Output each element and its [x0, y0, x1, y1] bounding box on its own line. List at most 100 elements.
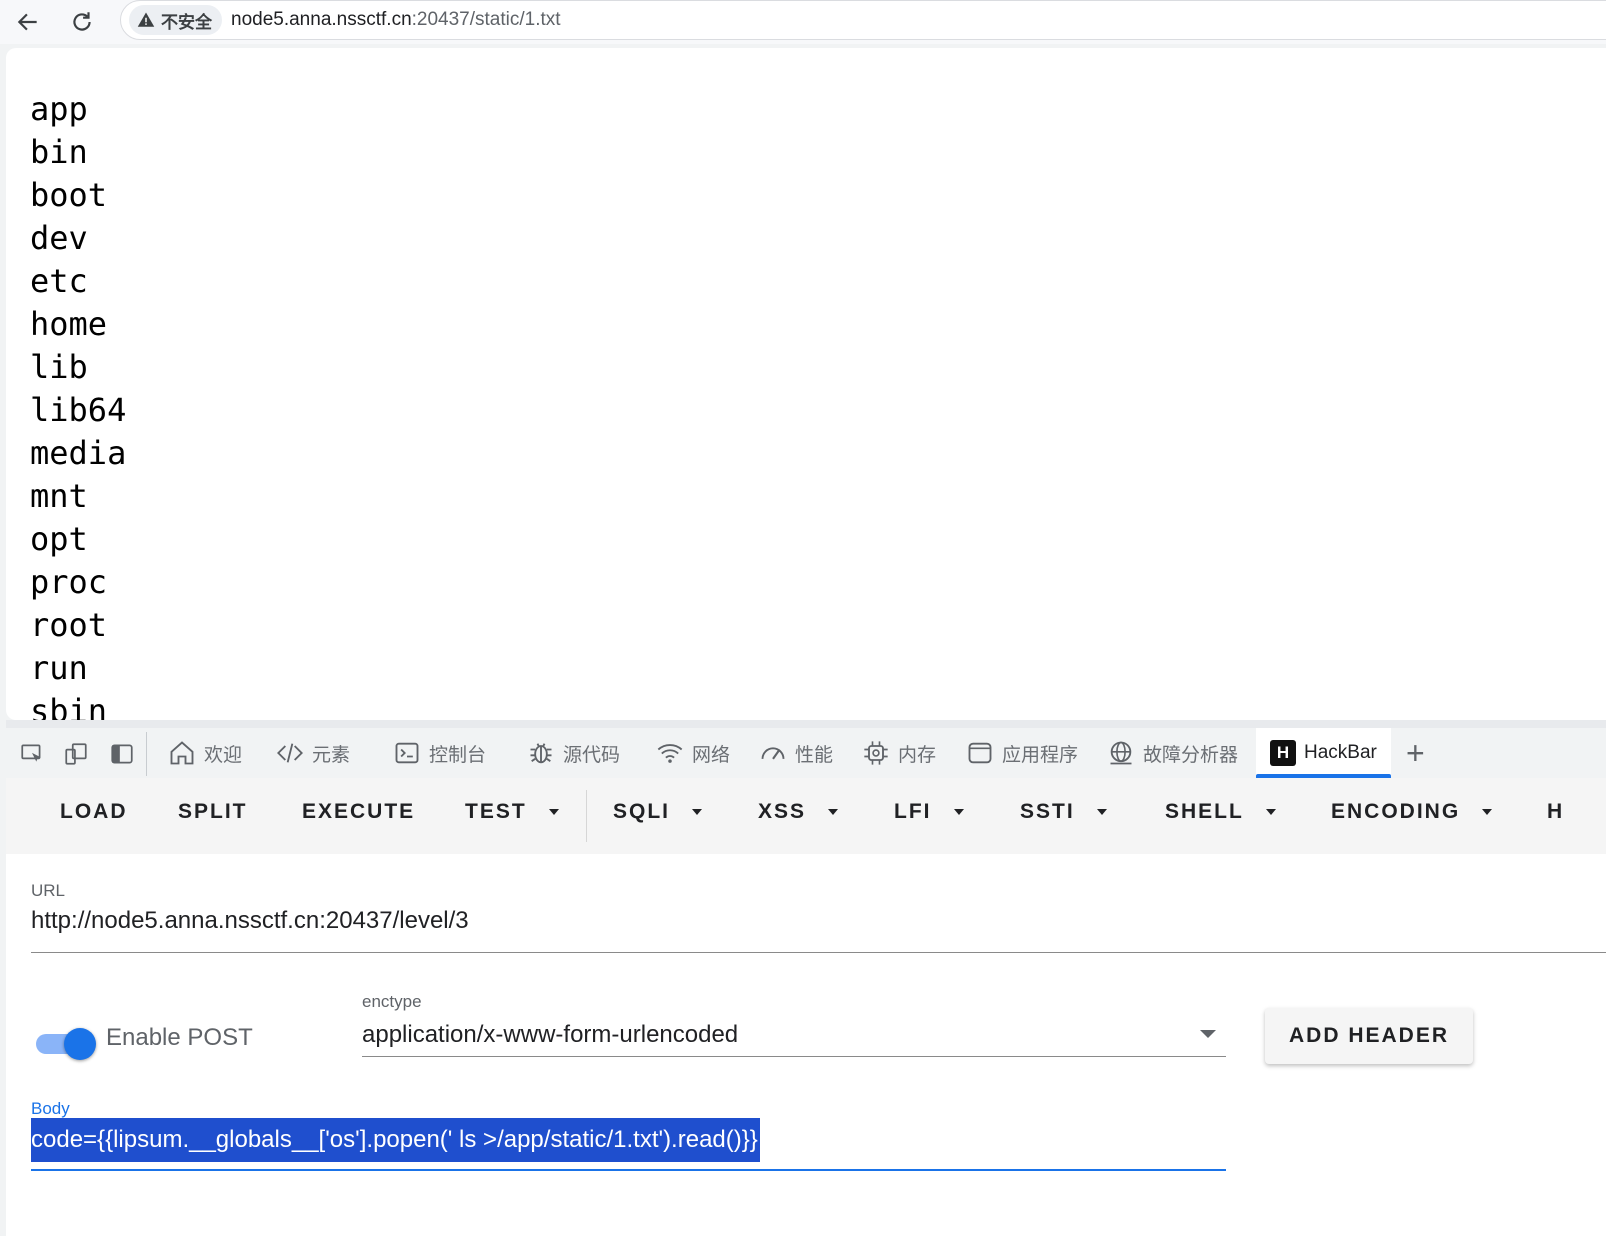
tab-elements[interactable]: 元素 — [276, 728, 350, 778]
hackbar-toolbar: LOAD SPLIT EXECUTE TEST SQLI XSS LFI SST… — [6, 778, 1606, 854]
listing-entry: app — [30, 90, 88, 128]
sidebar-icon — [111, 744, 133, 764]
ssti-menu-button[interactable]: SSTI — [1020, 800, 1107, 824]
url-field-label: URL — [31, 881, 66, 900]
enable-post-label: Enable POST — [106, 1024, 253, 1051]
tab-sources-label: 源代码 — [563, 744, 621, 766]
toggle-knob — [64, 1028, 96, 1060]
add-tab-button[interactable]: + — [1406, 737, 1425, 769]
back-button[interactable] — [10, 4, 46, 40]
wifi-icon — [657, 744, 683, 763]
hackbar-logo-icon: H — [1270, 740, 1296, 766]
tab-console-label: 控制台 — [429, 744, 487, 766]
execute-button[interactable]: EXECUTE — [302, 800, 415, 824]
gauge-icon — [761, 747, 785, 760]
load-label: LOAD — [60, 800, 128, 823]
chevron-down-icon — [1096, 809, 1107, 815]
listing-entry: home — [30, 305, 108, 343]
listing-entry: run — [30, 649, 88, 687]
enctype-select[interactable]: application/x-www-form-urlencoded — [362, 1021, 738, 1049]
tab-application-label: 应用程序 — [1002, 744, 1079, 766]
page-content: app bin boot dev etc home lib lib64 media mnt opt p… — [6, 48, 1606, 720]
chevron-down-icon — [1482, 809, 1493, 815]
add-header-label: ADD HEADER — [1288, 1024, 1449, 1047]
xss-menu-button[interactable]: XSS — [758, 800, 839, 824]
devtools-tab-bar: 欢迎 元素 控制台 源代码 网络 性能 内存 应用程序 故障分析器 H Hack… — [6, 728, 1606, 779]
xss-label: XSS — [758, 800, 807, 823]
device-emulation-button[interactable] — [62, 740, 90, 768]
encoding-label: ENCODING — [1331, 800, 1461, 823]
listing-entry: media — [30, 434, 127, 472]
browser-toolbar: 不安全 node5.anna.nssctf.cn:20437/static/1.… — [0, 0, 1606, 44]
globe-icon — [1110, 741, 1132, 765]
enable-post-toggle[interactable] — [36, 1028, 96, 1060]
test-menu-button[interactable]: TEST — [465, 800, 559, 824]
tab-welcome-label: 欢迎 — [204, 744, 243, 766]
add-header-button[interactable]: ADD HEADER — [1265, 1008, 1473, 1064]
bug-icon — [530, 743, 552, 764]
hackbar-panel: LOAD SPLIT EXECUTE TEST SQLI XSS LFI SST… — [6, 778, 1606, 1236]
body-field-underline — [31, 1169, 1226, 1171]
tab-memory[interactable]: 内存 — [862, 728, 936, 778]
tab-console[interactable]: 控制台 — [393, 728, 486, 778]
security-chip[interactable]: 不安全 — [129, 5, 222, 35]
chevron-down-icon — [692, 809, 703, 815]
test-label: TEST — [465, 800, 527, 823]
tab-application[interactable]: 应用程序 — [966, 728, 1078, 778]
sqli-menu-button[interactable]: SQLI — [613, 800, 703, 824]
device-icon — [65, 743, 87, 765]
devtools-resize-handle[interactable] — [6, 720, 1606, 728]
tab-hackbar-label: HackBar — [1304, 742, 1377, 763]
chevron-down-icon — [1265, 809, 1276, 815]
inspect-element-button[interactable] — [18, 740, 46, 768]
load-button[interactable]: LOAD — [60, 800, 128, 824]
listing-entry: bin — [30, 133, 88, 171]
security-label: 不安全 — [161, 12, 212, 32]
chevron-down-icon[interactable] — [1200, 1030, 1216, 1038]
address-bar[interactable]: 不安全 node5.anna.nssctf.cn:20437/static/1.… — [120, 0, 1606, 40]
encoding-menu-button[interactable]: ENCODING — [1331, 800, 1493, 824]
toolbar-separator — [586, 790, 587, 842]
toolbar-separator — [146, 732, 147, 776]
chip-icon — [864, 741, 888, 765]
split-button[interactable]: SPLIT — [178, 800, 248, 824]
split-label: SPLIT — [178, 800, 248, 823]
tab-performance[interactable]: 性能 — [759, 728, 833, 778]
chevron-down-icon — [828, 809, 839, 815]
home-icon — [170, 741, 194, 765]
listing-entry: lib64 — [30, 391, 127, 429]
more-label: H — [1547, 800, 1565, 823]
enctype-underline — [362, 1056, 1226, 1057]
listing-entry: dev — [30, 219, 88, 257]
lfi-menu-button[interactable]: LFI — [894, 800, 964, 824]
url-text[interactable]: node5.anna.nssctf.cn:20437/static/1.txt — [231, 9, 561, 31]
listing-entry: boot — [30, 176, 108, 214]
tab-welcome[interactable]: 欢迎 — [168, 728, 242, 778]
body-field[interactable]: code={{lipsum.__globals__['os'].popen(' … — [31, 1118, 760, 1162]
toggle-sidebar-button[interactable] — [108, 740, 136, 768]
ssti-label: SSTI — [1020, 800, 1075, 823]
tab-network[interactable]: 网络 — [656, 728, 730, 778]
tab-issues[interactable]: 故障分析器 — [1107, 728, 1238, 778]
chevron-down-icon — [548, 809, 559, 815]
body-field-label: Body — [31, 1099, 70, 1118]
shell-label: SHELL — [1165, 800, 1244, 823]
tab-sources[interactable]: 源代码 — [527, 728, 620, 778]
tab-performance-label: 性能 — [795, 744, 834, 766]
lfi-label: LFI — [894, 800, 932, 823]
more-menu-button[interactable]: H — [1547, 800, 1564, 824]
shell-menu-button[interactable]: SHELL — [1165, 800, 1276, 824]
warning-icon — [137, 12, 155, 27]
url-host: node5.anna.nssctf.cn — [231, 9, 412, 30]
listing-entry: sbin — [30, 692, 108, 720]
listing-entry: mnt — [30, 477, 88, 515]
url-path: :20437/static/1.txt — [411, 9, 561, 30]
sqli-label: SQLI — [613, 800, 671, 823]
url-field[interactable]: http://node5.anna.nssctf.cn:20437/level/… — [31, 907, 469, 935]
tab-hackbar[interactable]: H HackBar — [1256, 728, 1391, 778]
tab-issues-label: 故障分析器 — [1143, 744, 1239, 766]
tab-elements-label: 元素 — [312, 744, 351, 766]
execute-label: EXECUTE — [302, 800, 416, 823]
code-icon — [277, 743, 303, 763]
reload-button[interactable] — [64, 4, 100, 40]
